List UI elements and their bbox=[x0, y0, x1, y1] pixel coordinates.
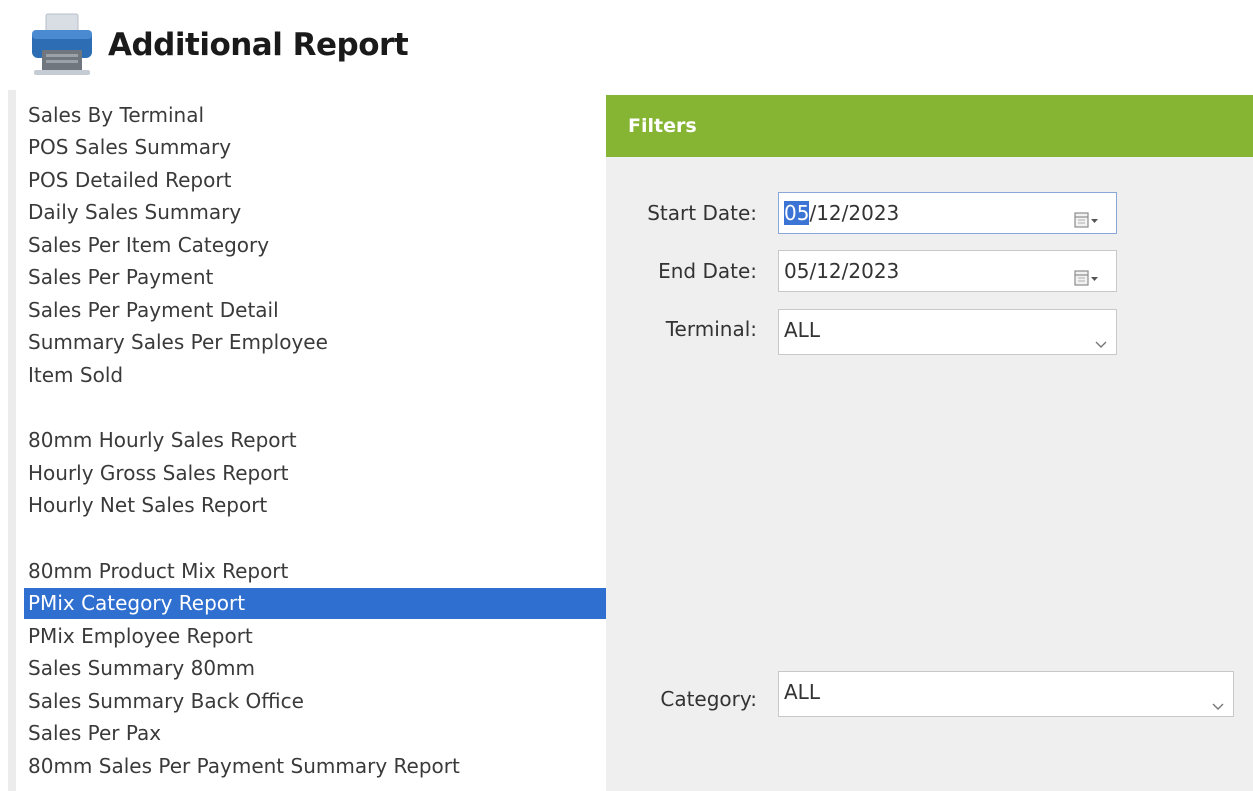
report-item-item-sold[interactable]: Item Sold bbox=[28, 360, 123, 391]
filters-header: Filters bbox=[606, 95, 1253, 157]
category-select[interactable]: ALL bbox=[778, 671, 1234, 717]
report-item-sales-per-item-category[interactable]: Sales Per Item Category bbox=[28, 230, 269, 261]
report-item-sales-by-terminal[interactable]: Sales By Terminal bbox=[28, 100, 204, 131]
report-item-hourly-net-sales[interactable]: Hourly Net Sales Report bbox=[28, 490, 267, 521]
end-date-text: 05/12/2023 bbox=[784, 259, 900, 283]
report-item-80mm-sales-per-payment-summary[interactable]: 80mm Sales Per Payment Summary Report bbox=[28, 751, 460, 782]
printer-icon bbox=[28, 12, 96, 78]
report-item-daily-sales-summary[interactable]: Daily Sales Summary bbox=[28, 197, 241, 228]
end-date-picker[interactable]: 05/12/2023 bbox=[778, 250, 1117, 292]
terminal-label: Terminal: bbox=[665, 317, 757, 341]
page-header: Additional Report bbox=[28, 10, 409, 80]
start-date-picker[interactable]: 05/12/2023 bbox=[778, 192, 1117, 234]
report-item-sales-per-payment-detail[interactable]: Sales Per Payment Detail bbox=[28, 295, 279, 326]
chevron-down-icon[interactable] bbox=[1094, 324, 1108, 348]
category-value: ALL bbox=[784, 680, 820, 704]
start-date-text: /12/2023 bbox=[809, 201, 900, 225]
calendar-dropdown-icon[interactable] bbox=[1074, 203, 1100, 228]
chevron-down-icon[interactable] bbox=[1211, 686, 1225, 710]
report-list[interactable]: Sales By Terminal POS Sales Summary POS … bbox=[8, 90, 614, 791]
report-item-hourly-gross-sales[interactable]: Hourly Gross Sales Report bbox=[28, 458, 289, 489]
report-item-80mm-hourly-sales[interactable]: 80mm Hourly Sales Report bbox=[28, 425, 297, 456]
report-item-80mm-product-mix[interactable]: 80mm Product Mix Report bbox=[28, 556, 288, 587]
end-date-label: End Date: bbox=[658, 259, 757, 283]
category-label: Category: bbox=[660, 687, 757, 711]
report-item-sales-summary-80mm[interactable]: Sales Summary 80mm bbox=[28, 653, 255, 684]
filters-panel: Filters Start Date: 05/12/2023 End Date:… bbox=[606, 95, 1253, 791]
start-date-label: Start Date: bbox=[647, 201, 757, 225]
report-item-sales-per-payment[interactable]: Sales Per Payment bbox=[28, 262, 213, 293]
report-item-sales-summary-back-office[interactable]: Sales Summary Back Office bbox=[28, 686, 304, 717]
report-item-pos-sales-summary[interactable]: POS Sales Summary bbox=[28, 132, 231, 163]
terminal-value: ALL bbox=[784, 318, 820, 342]
calendar-dropdown-icon[interactable] bbox=[1074, 261, 1100, 286]
terminal-select[interactable]: ALL bbox=[778, 309, 1117, 355]
report-item-pmix-category[interactable]: PMix Category Report bbox=[24, 588, 614, 619]
report-item-sales-per-pax[interactable]: Sales Per Pax bbox=[28, 718, 161, 749]
filters-title: Filters bbox=[628, 115, 697, 137]
report-item-pos-detailed-report[interactable]: POS Detailed Report bbox=[28, 165, 231, 196]
page-title: Additional Report bbox=[108, 27, 409, 63]
report-item-summary-sales-per-employee[interactable]: Summary Sales Per Employee bbox=[28, 327, 328, 358]
start-date-selected-text: 05 bbox=[784, 201, 810, 225]
report-item-pmix-employee[interactable]: PMix Employee Report bbox=[28, 621, 253, 652]
